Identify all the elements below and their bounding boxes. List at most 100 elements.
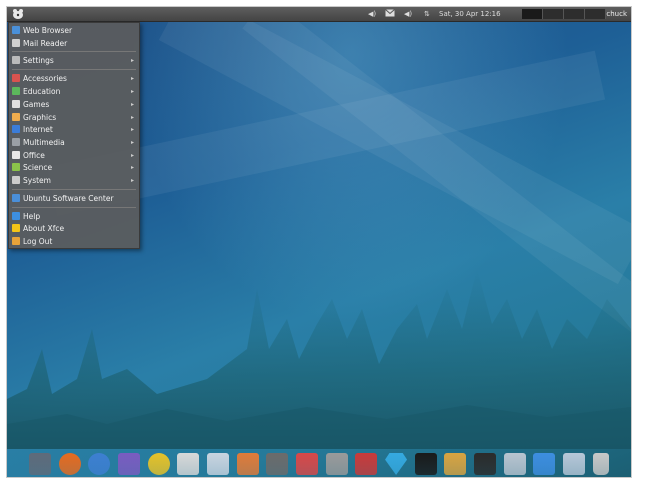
- menu-item-about-xfce[interactable]: About Xfce: [12, 223, 136, 235]
- username-label[interactable]: chuck: [606, 7, 627, 21]
- multimedia-icon: [12, 138, 20, 146]
- text-editor-icon[interactable]: [177, 453, 200, 475]
- mail-reader-icon: [12, 39, 20, 47]
- submenu-arrow-icon: ▸: [130, 101, 134, 108]
- volume-icon[interactable]: ◀): [404, 7, 412, 21]
- menu-item-education[interactable]: Education ▸: [12, 86, 136, 98]
- package-icon[interactable]: [444, 453, 467, 475]
- show-desktop-icon[interactable]: [29, 453, 51, 475]
- dock: [29, 445, 609, 475]
- science-icon: [12, 163, 20, 171]
- menu-item-label: Web Browser: [23, 26, 73, 35]
- applications-menu-button[interactable]: [11, 8, 25, 20]
- submenu-arrow-icon: ▸: [130, 139, 134, 146]
- menu-item-accessories[interactable]: Accessories ▸: [12, 73, 136, 85]
- download-icon[interactable]: [533, 453, 556, 475]
- submenu-arrow-icon: ▸: [130, 164, 134, 171]
- menu-item-label: Mail Reader: [23, 39, 68, 48]
- menu-item-label: Science: [23, 163, 53, 172]
- thunderbird-icon[interactable]: [88, 453, 111, 475]
- settings-icon: [12, 56, 20, 64]
- menu-item-log-out[interactable]: Log Out: [12, 236, 136, 248]
- menu-item-label: Multimedia: [23, 138, 65, 147]
- accessories-icon: [12, 74, 20, 82]
- help-icon: [12, 212, 20, 220]
- menu-item-label: Help: [23, 212, 41, 221]
- workspace-1[interactable]: [522, 9, 543, 19]
- volume-icon[interactable]: ◀): [368, 7, 376, 21]
- media-player-icon[interactable]: [147, 453, 170, 475]
- menu-item-label: Education: [23, 87, 61, 96]
- menu-item-label: Ubuntu Software Center: [23, 194, 114, 203]
- pidgin-icon[interactable]: [118, 453, 141, 475]
- network-icon[interactable]: ⇅: [424, 7, 430, 21]
- desktop: ◀) ◀) ⇅ Sat, 30 Apr 12:16 chuck Web Brow…: [6, 6, 632, 478]
- network-tool-icon[interactable]: [355, 453, 378, 475]
- submenu-arrow-icon: ▸: [130, 152, 134, 159]
- menu-item-label: Games: [23, 100, 50, 109]
- menu-item-label: Accessories: [23, 74, 67, 83]
- software-center-icon: [12, 194, 20, 202]
- menu-separator: [12, 207, 136, 208]
- menu-item-games[interactable]: Games ▸: [12, 99, 136, 111]
- submenu-arrow-icon: ▸: [130, 126, 134, 133]
- graphics-icon: [12, 113, 20, 121]
- menu-item-settings[interactable]: Settings ▸: [12, 55, 136, 67]
- terminal-dark-icon[interactable]: [414, 453, 437, 475]
- menu-item-system[interactable]: System ▸: [12, 175, 136, 187]
- menu-item-mail-reader[interactable]: Mail Reader: [12, 38, 136, 50]
- workspace-3[interactable]: [564, 9, 585, 19]
- menu-item-graphics[interactable]: Graphics ▸: [12, 112, 136, 124]
- document-writer-icon[interactable]: [207, 453, 230, 475]
- menu-item-label: Office: [23, 151, 45, 160]
- system-icon: [12, 176, 20, 184]
- web-browser-icon: [12, 26, 20, 34]
- menu-item-science[interactable]: Science ▸: [12, 162, 136, 174]
- menu-item-office[interactable]: Office ▸: [12, 150, 136, 162]
- internet-icon: [12, 125, 20, 133]
- top-panel: ◀) ◀) ⇅ Sat, 30 Apr 12:16 chuck: [7, 7, 631, 22]
- image-viewer-icon[interactable]: [296, 453, 319, 475]
- menu-item-internet[interactable]: Internet ▸: [12, 124, 136, 136]
- firefox-icon[interactable]: [58, 453, 81, 475]
- workspace-switcher[interactable]: [522, 9, 606, 19]
- gem-icon[interactable]: [385, 453, 408, 475]
- submenu-arrow-icon: ▸: [130, 88, 134, 95]
- menu-item-help[interactable]: Help: [12, 211, 136, 223]
- log-out-icon: [12, 237, 20, 245]
- submenu-arrow-icon: ▸: [130, 57, 134, 64]
- submenu-arrow-icon: ▸: [130, 114, 134, 121]
- trash-icon[interactable]: [592, 453, 609, 475]
- menu-separator: [12, 69, 136, 70]
- folder-icon[interactable]: [563, 453, 586, 475]
- menu-separator: [12, 51, 136, 52]
- settings-gear-icon[interactable]: [325, 453, 348, 475]
- menu-item-label: Internet: [23, 125, 53, 134]
- menu-item-ubuntu-software-center[interactable]: Ubuntu Software Center: [12, 193, 136, 205]
- menu-item-label: Log Out: [23, 237, 53, 246]
- forest-silhouette: [7, 269, 631, 449]
- applications-menu: Web Browser Mail Reader Settings ▸ Accessori…: [8, 22, 140, 249]
- workspace-2[interactable]: [543, 9, 564, 19]
- menu-item-web-browser[interactable]: Web Browser: [12, 25, 136, 37]
- video-icon[interactable]: [266, 453, 289, 475]
- education-icon: [12, 87, 20, 95]
- menu-item-label: System: [23, 176, 51, 185]
- xfce-mouse-icon: [13, 9, 23, 19]
- office-icon: [12, 151, 20, 159]
- submenu-arrow-icon: ▸: [130, 75, 134, 82]
- clock[interactable]: Sat, 30 Apr 12:16: [439, 7, 501, 21]
- menu-item-label: Settings: [23, 56, 54, 65]
- menu-separator: [12, 189, 136, 190]
- search-icon[interactable]: [503, 453, 526, 475]
- mail-icon[interactable]: [385, 7, 395, 21]
- menu-item-multimedia[interactable]: Multimedia ▸: [12, 137, 136, 149]
- menu-item-label: Graphics: [23, 113, 57, 122]
- menu-item-label: About Xfce: [23, 224, 65, 233]
- presentation-icon[interactable]: [236, 453, 259, 475]
- terminal-icon[interactable]: [474, 453, 497, 475]
- games-icon: [12, 100, 20, 108]
- about-xfce-icon: [12, 224, 20, 232]
- submenu-arrow-icon: ▸: [130, 177, 134, 184]
- workspace-4[interactable]: [585, 9, 606, 19]
